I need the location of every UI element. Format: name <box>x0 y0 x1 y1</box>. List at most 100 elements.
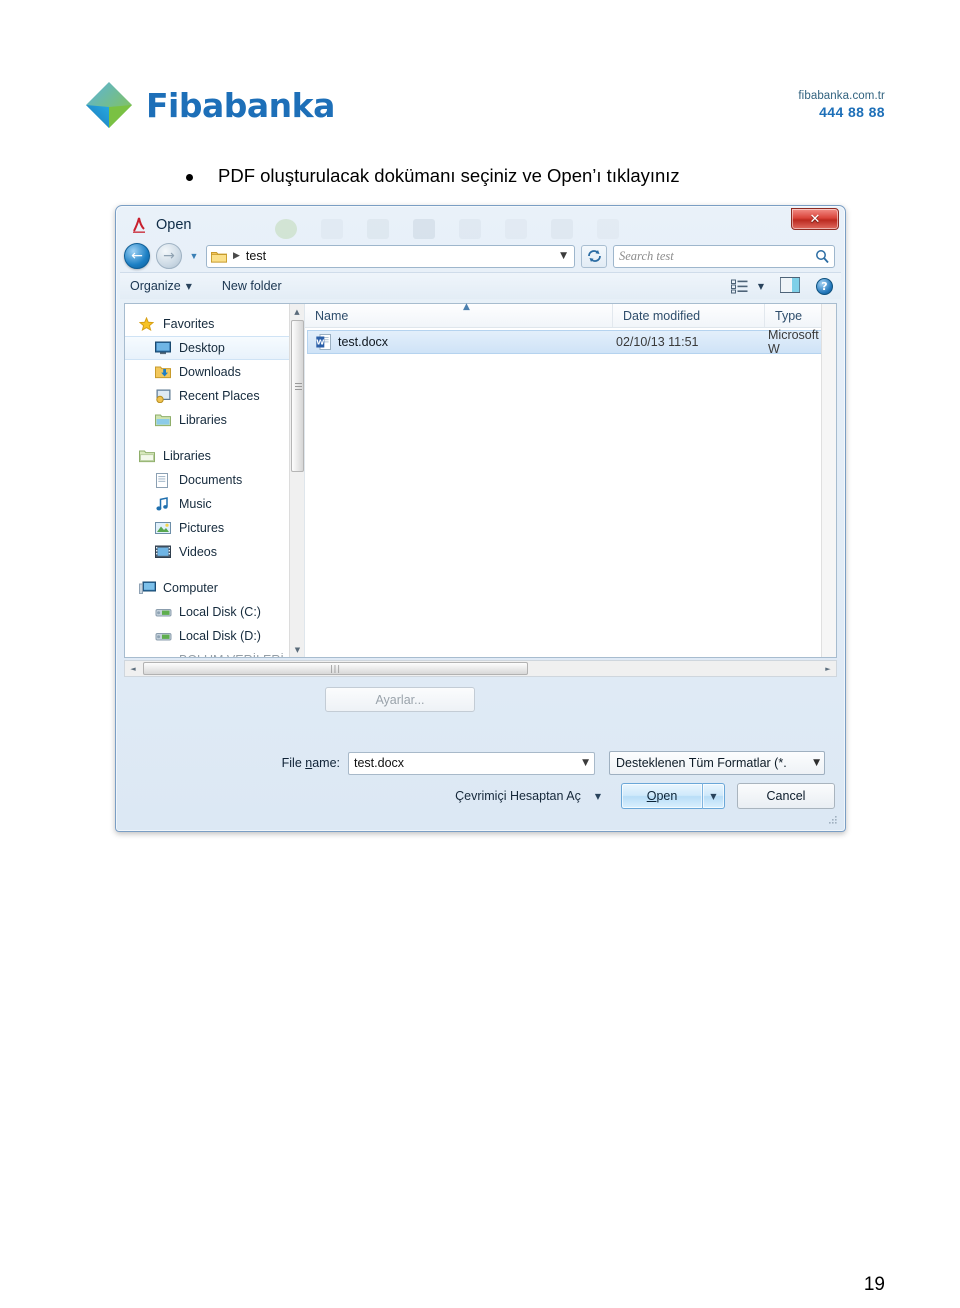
document-header: Fibabanka fibabanka.com.tr 444 88 88 <box>0 0 960 150</box>
sidebar-item-favorites[interactable]: Favorites <box>125 312 304 336</box>
sidebar-item-local-disk-d[interactable]: Local Disk (D:) <box>125 624 304 648</box>
file-list-scrollbar[interactable] <box>821 304 836 657</box>
sidebar-label: Favorites <box>163 317 215 331</box>
column-label: Name <box>315 308 349 323</box>
filename-row: File name: test.docx ▼ Desteklenen Tüm F… <box>120 750 837 776</box>
open-dialog: Open ✕ ← → ▼ ▶ test ▼ Search test Organi… <box>115 205 846 832</box>
settings-button-label: Ayarlar... <box>375 692 425 707</box>
sidebar-item-libraries[interactable]: Libraries <box>125 444 304 468</box>
close-button[interactable]: ✕ <box>791 208 839 230</box>
sidebar-label: Local Disk (D:) <box>179 629 261 643</box>
sidebar-item-recent-places[interactable]: Recent Places <box>125 384 304 408</box>
sidebar-item-documents[interactable]: Documents <box>125 468 304 492</box>
disk-icon <box>155 628 172 644</box>
brand-name: Fibabanka <box>146 85 335 125</box>
pictures-icon <box>155 520 172 536</box>
recent-locations-chevron-down-icon[interactable]: ▼ <box>188 251 200 261</box>
file-list-pane: Name Date modified Type ▲ W test.docx 02… <box>305 302 836 657</box>
sidebar-item-bolum-verileri[interactable]: BOLUM VERİLERİ <box>125 648 304 657</box>
sidebar-item-videos[interactable]: Videos <box>125 540 304 564</box>
horizontal-scrollbar[interactable]: ◄ ||| ► <box>124 660 837 677</box>
filename-input[interactable]: test.docx ▼ <box>348 751 595 775</box>
star-icon <box>139 316 156 332</box>
sidebar-item-libraries-fav[interactable]: Libraries <box>125 408 304 432</box>
sidebar-label: Recent Places <box>179 389 260 403</box>
cancel-button[interactable]: Cancel <box>737 783 835 809</box>
organize-menu-button[interactable]: Organize ▼ <box>130 279 192 293</box>
sidebar-item-pictures[interactable]: Pictures <box>125 516 304 540</box>
address-chevron-down-icon[interactable]: ▼ <box>560 251 570 261</box>
forward-button[interactable]: → <box>156 243 182 269</box>
file-type-select[interactable]: Desteklenen Tüm Formatlar (*. ▼ <box>609 751 825 775</box>
open-dropdown-button[interactable]: ▼ <box>703 783 725 809</box>
dialog-titlebar: Open ✕ <box>120 208 841 240</box>
back-button[interactable]: ← <box>124 243 150 269</box>
ayarlar-settings-button[interactable]: Ayarlar... <box>325 687 475 712</box>
scroll-up-arrow-icon[interactable]: ▲ <box>290 304 304 319</box>
organize-label: Organize <box>130 279 181 293</box>
sidebar-scrollbar-thumb[interactable] <box>291 320 304 472</box>
sidebar-label: Videos <box>179 545 217 559</box>
open-chevron-down-icon: ▼ <box>710 791 717 801</box>
preview-pane-button[interactable] <box>780 276 800 296</box>
column-header-date-modified[interactable]: Date modified <box>613 304 765 327</box>
horizontal-scrollbar-thumb[interactable]: ||| <box>143 662 528 675</box>
open-split-button: Open ▼ <box>621 783 725 809</box>
sidebar-item-computer[interactable]: Computer <box>125 576 304 600</box>
sidebar-item-music[interactable]: Music <box>125 492 304 516</box>
close-icon: ✕ <box>809 211 821 227</box>
filename-value: test.docx <box>354 756 405 770</box>
scroll-right-arrow-icon[interactable]: ► <box>820 665 836 673</box>
instruction-bullet-item: PDF oluşturulacak dokümanı seçiniz ve Op… <box>186 165 680 187</box>
svg-text:W: W <box>316 337 324 346</box>
column-label: Type <box>775 308 803 323</box>
scrollbar-grip-icon: ||| <box>329 664 342 673</box>
refresh-button[interactable] <box>581 244 607 268</box>
sidebar-label: Desktop <box>179 341 225 355</box>
table-row[interactable]: W test.docx 02/10/13 11:51 Microsoft W <box>307 328 834 356</box>
resize-grip-icon[interactable] <box>828 815 838 825</box>
help-button[interactable]: ? <box>816 277 833 295</box>
new-folder-button[interactable]: New folder <box>222 279 282 293</box>
filename-chevron-down-icon[interactable]: ▼ <box>582 758 589 768</box>
fibabanka-diamond-icon <box>84 80 134 130</box>
refresh-icon <box>587 250 601 262</box>
back-arrow-icon: ← <box>131 248 143 264</box>
sidebar-scrollbar[interactable]: ▲ ▼ <box>289 304 304 657</box>
acrobat-icon <box>130 216 148 234</box>
search-placeholder: Search test <box>619 248 674 263</box>
sort-ascending-icon: ▲ <box>463 302 470 312</box>
sidebar-item-downloads[interactable]: Downloads <box>125 360 304 384</box>
music-icon <box>155 496 172 512</box>
breadcrumb-current-folder[interactable]: test <box>246 249 266 263</box>
navigation-sidebar: Favorites Desktop Downloads Recent Place… <box>125 304 305 657</box>
horizontal-scrollbar-track[interactable]: ||| <box>141 661 820 676</box>
address-bar-row: ← → ▼ ▶ test ▼ Search test <box>120 240 841 272</box>
view-mode-button[interactable]: ▼ <box>730 279 764 294</box>
open-label-mnemonic: O <box>646 789 657 803</box>
online-account-label: Çevrimiçi Hesaptan Aç <box>455 789 581 803</box>
scroll-down-arrow-icon[interactable]: ▼ <box>290 642 304 657</box>
videos-icon <box>155 544 172 560</box>
sidebar-label: Music <box>179 497 212 511</box>
column-header-name[interactable]: Name <box>305 304 613 327</box>
sidebar-item-desktop[interactable]: Desktop <box>125 336 304 360</box>
sidebar-item-local-disk-c[interactable]: Local Disk (C:) <box>125 600 304 624</box>
search-input[interactable]: Search test <box>613 244 835 268</box>
address-breadcrumb-bar[interactable]: ▶ test ▼ <box>206 244 575 268</box>
libraries-icon <box>155 412 172 428</box>
desktop-icon <box>155 340 172 356</box>
scrollbar-grip-icon <box>295 383 302 390</box>
column-label: Date modified <box>623 308 701 323</box>
scroll-left-arrow-icon[interactable]: ◄ <box>125 665 141 673</box>
sidebar-label: Pictures <box>179 521 225 535</box>
brand-logo: Fibabanka <box>84 80 335 130</box>
folder-icon <box>211 250 227 263</box>
word-document-icon: W <box>316 334 331 350</box>
file-type-chevron-down-icon: ▼ <box>813 758 820 768</box>
file-name-cell: W test.docx <box>308 334 608 350</box>
open-button[interactable]: Open <box>621 783 703 809</box>
dialog-body: Favorites Desktop Downloads Recent Place… <box>124 302 837 658</box>
disk-icon <box>155 604 172 620</box>
online-account-open-button[interactable]: Çevrimiçi Hesaptan Aç ▼ <box>455 789 601 803</box>
